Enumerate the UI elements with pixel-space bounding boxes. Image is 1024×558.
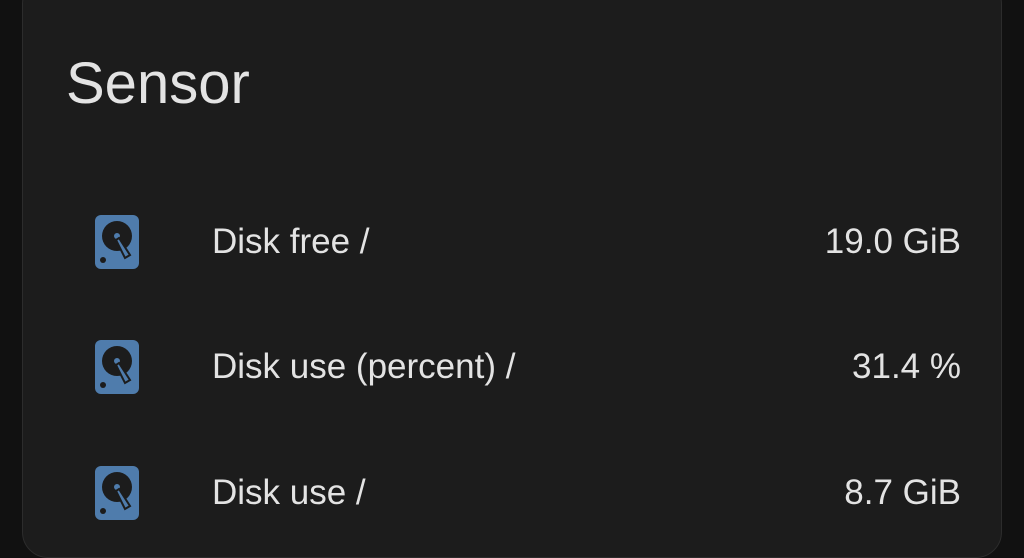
- entities-card: Sensor Disk free / 19.0 GiB Disk use (pe…: [22, 0, 1002, 558]
- harddisk-icon: [95, 340, 139, 394]
- entity-name: Disk use /: [212, 473, 366, 512]
- entity-state: 19.0 GiB: [824, 222, 961, 261]
- harddisk-icon: [95, 466, 139, 520]
- entity-name: Disk use (percent) /: [212, 347, 516, 386]
- entity-state: 8.7 GiB: [844, 473, 961, 512]
- entity-row-disk-use[interactable]: Disk use / 8.7 GiB: [23, 453, 1003, 533]
- entity-name: Disk free /: [212, 222, 370, 261]
- entity-row-disk-use-percent[interactable]: Disk use (percent) / 31.4 %: [23, 327, 1003, 407]
- entity-row-disk-free[interactable]: Disk free / 19.0 GiB: [23, 202, 1003, 282]
- harddisk-icon: [95, 215, 139, 269]
- entity-state: 31.4 %: [852, 347, 961, 386]
- card-title: Sensor: [66, 51, 250, 116]
